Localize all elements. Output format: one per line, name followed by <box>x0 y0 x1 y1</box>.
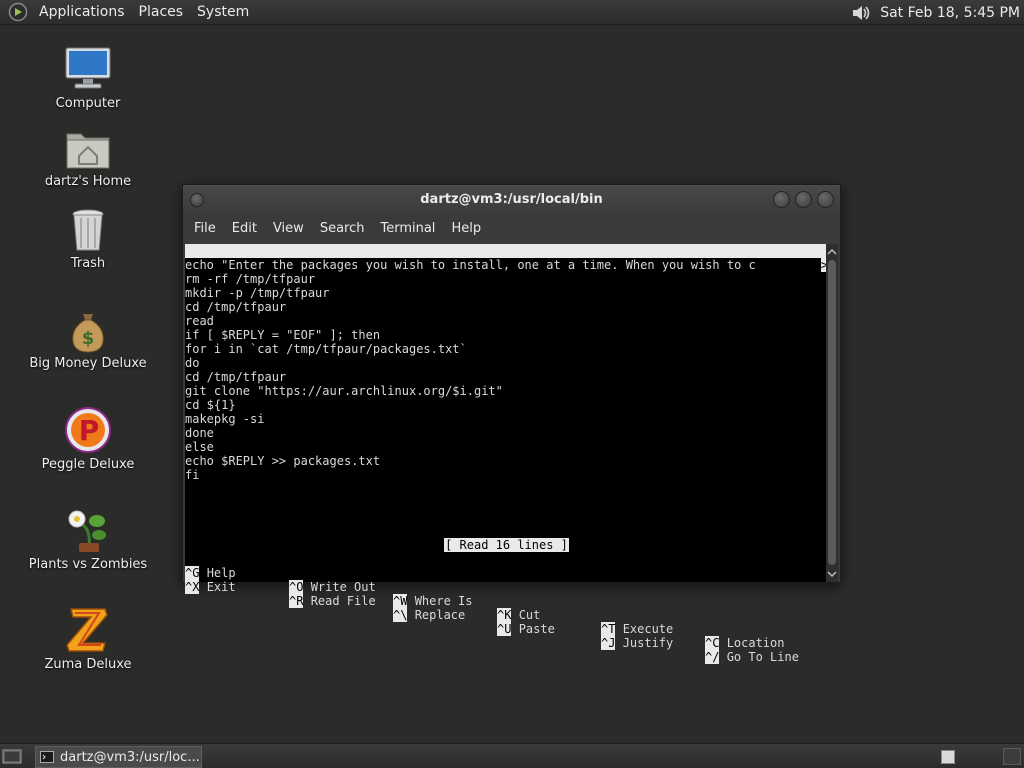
menu-file[interactable]: File <box>186 214 224 243</box>
desktop-icon-label: Plants vs Zombies <box>28 557 148 572</box>
nano-shortcuts: ^G Help ^O Write Out ^W Where Is ^K Cut … <box>185 552 828 664</box>
trash-icon <box>72 209 104 251</box>
code-line: cd ${1} <box>185 398 236 412</box>
scrollbar-thumb[interactable] <box>828 260 836 565</box>
nano-header: GNU nano 7.2 tfpaur <box>185 244 828 286</box>
code-line: mkdir -p /tmp/tfpaur <box>185 286 330 300</box>
monitor-icon <box>65 47 111 89</box>
code-line: else <box>185 440 214 454</box>
applications-menu[interactable]: Applications <box>32 0 132 25</box>
desktop-icon-big-money[interactable]: $ Big Money Deluxe <box>23 308 153 371</box>
code-line: cd /tmp/tfpaur <box>185 300 287 314</box>
maximize-button[interactable] <box>795 191 812 208</box>
home-folder-icon <box>66 133 110 169</box>
shortcut-where-is[interactable]: ^W Where Is <box>393 594 472 608</box>
money-bag-icon: $ <box>72 314 104 353</box>
shortcut-go-to-line[interactable]: ^/ Go To Line <box>705 650 799 664</box>
workspace-switcher[interactable] <box>941 750 955 764</box>
speaker-icon[interactable] <box>850 3 872 23</box>
code-line: echo $REPLY >> packages.txt <box>185 454 381 468</box>
shortcut-write-out[interactable]: ^O Write Out <box>289 580 376 594</box>
desktop-icon-home[interactable]: dartz's Home <box>23 126 153 189</box>
shortcut-read-file[interactable]: ^R Read File <box>289 594 376 608</box>
close-button[interactable] <box>817 191 834 208</box>
shortcut-replace[interactable]: ^\ Replace <box>393 608 465 622</box>
code-line: for i in `cat /tmp/tfpaur/packages.txt` <box>185 342 467 356</box>
window-titlebar[interactable]: dartz@vm3:/usr/local/bin <box>183 185 840 214</box>
code-line: echo "Enter the packages you wish to ins… <box>185 258 828 272</box>
plant-icon <box>68 510 106 552</box>
minimize-button[interactable] <box>773 191 790 208</box>
desktop-icon-label: Peggle Deluxe <box>41 457 135 472</box>
code-line: git clone "https://aur.archlinux.org/$i.… <box>185 384 503 398</box>
menu-search[interactable]: Search <box>312 214 373 243</box>
zuma-icon <box>66 608 108 652</box>
desktop-icon-label: dartz's Home <box>44 174 132 189</box>
shortcut-paste[interactable]: ^U Paste <box>497 622 555 636</box>
shortcut-execute[interactable]: ^T Execute <box>601 622 673 636</box>
code-line: if [ $REPLY = "EOF" ]; then <box>185 328 381 342</box>
desktop-icon-peggle[interactable]: P Peggle Deluxe <box>23 405 153 472</box>
terminal-icon <box>40 751 54 763</box>
menu-view[interactable]: View <box>265 214 312 243</box>
places-menu[interactable]: Places <box>132 0 191 25</box>
system-menu[interactable]: System <box>190 0 256 25</box>
desktop-icon-label: Big Money Deluxe <box>29 356 147 371</box>
taskbar-button-terminal[interactable]: dartz@vm3:/usr/loc... <box>35 746 202 768</box>
nano-filename: tfpaur <box>497 272 541 286</box>
gnome-foot-icon[interactable] <box>8 2 28 22</box>
peggle-icon: P <box>65 407 111 453</box>
shortcut-exit[interactable]: ^X Exit <box>185 580 236 594</box>
shortcut-location[interactable]: ^C Location <box>705 636 784 650</box>
desktop-icon-label: Computer <box>55 96 121 111</box>
code-line: done <box>185 426 214 440</box>
terminal-window[interactable]: dartz@vm3:/usr/local/bin File Edit View … <box>182 184 841 664</box>
svg-text:$: $ <box>82 328 95 349</box>
scroll-down-icon[interactable] <box>826 568 838 580</box>
window-title: dartz@vm3:/usr/local/bin <box>420 192 603 207</box>
top-panel: Applications Places System Sat Feb 18, 5… <box>0 0 1024 25</box>
code-line: cd /tmp/tfpaur <box>185 370 287 384</box>
shortcut-justify[interactable]: ^J Justify <box>601 636 673 650</box>
code-line: do <box>185 356 200 370</box>
desktop-icon-label: Zuma Deluxe <box>44 657 132 672</box>
status-message: [ Read 16 lines ] <box>444 538 569 552</box>
menu-help[interactable]: Help <box>443 214 489 243</box>
desktop-icon-label: Trash <box>70 256 106 271</box>
clock[interactable]: Sat Feb 18, 5:45 PM <box>880 5 1024 21</box>
desktop-icon-pvz[interactable]: Plants vs Zombies <box>23 505 153 572</box>
shortcut-cut[interactable]: ^K Cut <box>497 608 540 622</box>
terminal-screen[interactable]: GNU nano 7.2 tfpaur echo "Enter the pack… <box>185 244 828 664</box>
bottom-panel: dartz@vm3:/usr/loc... <box>0 743 1024 768</box>
desktop-icon-zuma[interactable]: Zuma Deluxe <box>23 605 153 672</box>
code-line: makepkg -si <box>185 412 265 426</box>
show-desktop-icon[interactable] <box>2 747 22 765</box>
scroll-up-icon[interactable] <box>826 246 838 258</box>
taskbar-label: dartz@vm3:/usr/loc... <box>60 749 200 765</box>
terminal-menubar: File Edit View Search Terminal Help <box>183 214 840 243</box>
desktop-icon-computer[interactable]: Computer <box>23 44 153 111</box>
code-line: fi <box>185 468 200 482</box>
svg-text:P: P <box>79 414 100 447</box>
menu-terminal[interactable]: Terminal <box>372 214 443 243</box>
nano-status: [ Read 16 lines ] <box>185 538 828 552</box>
desktop-icon-trash[interactable]: Trash <box>23 206 153 271</box>
terminal-scrollbar[interactable] <box>826 244 838 582</box>
menu-edit[interactable]: Edit <box>224 214 265 243</box>
trash-applet[interactable] <box>1003 748 1021 765</box>
code-line: read <box>185 314 214 328</box>
